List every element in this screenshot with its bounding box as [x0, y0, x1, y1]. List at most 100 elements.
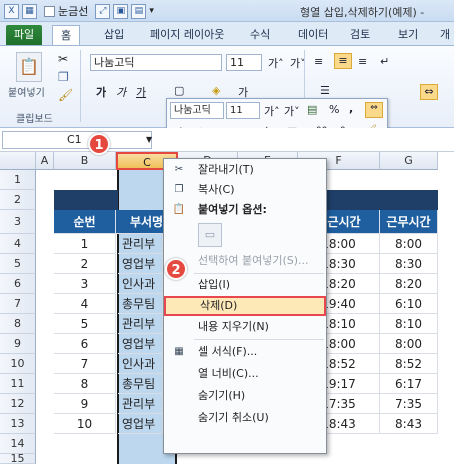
row-header-14[interactable]: 14: [0, 434, 36, 454]
table-cell-dept[interactable]: 영업부: [118, 334, 163, 354]
menu-item-hide[interactable]: 숨기기(H): [164, 386, 326, 406]
mini-shrink-font-icon[interactable]: 가˅: [284, 103, 300, 119]
picture-icon[interactable]: ▣: [113, 3, 129, 19]
tab-data[interactable]: 데이터: [290, 25, 336, 45]
table-cell-work-hours[interactable]: 8:00: [380, 334, 438, 354]
excel-icon[interactable]: X: [4, 3, 19, 19]
row-header-5[interactable]: 5: [0, 254, 36, 274]
zoom-icon[interactable]: ⤢: [95, 3, 111, 19]
scissors-icon[interactable]: ✂: [58, 52, 68, 66]
menu-item-format-cells[interactable]: 셀 서식(F)...: [164, 342, 326, 362]
menu-item-column-width[interactable]: 열 너비(C)...: [164, 364, 326, 384]
bold-icon[interactable]: 가: [96, 84, 106, 100]
mini-comma-icon[interactable]: ,: [349, 102, 353, 115]
gridlines-checkbox[interactable]: [44, 5, 55, 17]
column-header-g[interactable]: G: [380, 152, 438, 170]
row-header-15[interactable]: 15: [0, 453, 36, 464]
menu-item-clear-contents[interactable]: 내용 지우기(N): [164, 317, 326, 337]
mini-currency-icon[interactable]: ▤: [307, 103, 317, 116]
table-cell-no[interactable]: 9: [54, 394, 116, 414]
tab-home[interactable]: 홈: [52, 25, 81, 45]
table-cell-work-hours[interactable]: 8:52: [380, 354, 438, 374]
copy-icon[interactable]: ❐: [58, 70, 69, 84]
mini-merge-icon[interactable]: ⇔: [365, 102, 383, 118]
row-header-3[interactable]: 3: [0, 210, 36, 234]
table-cell-work-hours[interactable]: 6:10: [380, 294, 438, 314]
grow-font-icon[interactable]: 가˄: [268, 55, 284, 71]
name-box-dropdown-icon[interactable]: ▼: [146, 135, 152, 144]
table-cell-dept[interactable]: 관리부: [118, 314, 163, 334]
mini-font-name-box[interactable]: 나눔고딕: [170, 102, 224, 119]
tab-review[interactable]: 검토: [342, 25, 378, 45]
row-header-4[interactable]: 4: [0, 234, 36, 254]
wrap-text-icon[interactable]: ↵: [380, 55, 389, 68]
tab-insert[interactable]: 삽입: [96, 25, 132, 45]
underline-icon[interactable]: 가: [136, 84, 146, 100]
row-header-8[interactable]: 8: [0, 314, 36, 334]
table-cell-no[interactable]: 7: [54, 354, 116, 374]
row-header-11[interactable]: 11: [0, 374, 36, 394]
column-header-b[interactable]: B: [54, 152, 116, 170]
paste-label[interactable]: 붙여넣기: [8, 84, 45, 99]
table-cell-work-hours[interactable]: 8:20: [380, 274, 438, 294]
table-cell-no[interactable]: 6: [54, 334, 116, 354]
row-header-2[interactable]: 2: [0, 190, 36, 210]
table-cell-dept[interactable]: 총무팀: [118, 374, 163, 394]
row-header-13[interactable]: 13: [0, 414, 36, 434]
mini-font-size-box[interactable]: 11: [226, 102, 260, 119]
table-cell-no[interactable]: 2: [54, 254, 116, 274]
row-header-12[interactable]: 12: [0, 394, 36, 414]
align-top-icon[interactable]: ≡: [314, 55, 323, 68]
table-cell-work-hours[interactable]: 6:17: [380, 374, 438, 394]
dropdown-icon[interactable]: ▾: [149, 6, 154, 16]
grid-icon[interactable]: ▦: [22, 3, 37, 19]
fill-color-icon[interactable]: ◈: [212, 84, 220, 97]
row-header-9[interactable]: 9: [0, 334, 36, 354]
menu-item-unhide[interactable]: 숨기기 취소(U): [164, 408, 326, 428]
menu-item-copy[interactable]: 복사(C): [164, 180, 326, 200]
name-box[interactable]: C1: [2, 131, 152, 149]
menu-item-delete[interactable]: 삭제(D): [164, 296, 326, 316]
row-header-6[interactable]: 6: [0, 274, 36, 294]
table-icon[interactable]: ▤: [131, 3, 147, 19]
paste-icon[interactable]: 📋: [16, 52, 42, 82]
table-cell-no[interactable]: 10: [54, 414, 116, 434]
tab-view[interactable]: 보기: [390, 25, 426, 45]
font-name-box[interactable]: 나눔고딕: [90, 54, 222, 71]
table-cell-dept[interactable]: 영업부: [118, 414, 163, 434]
align-bottom-icon[interactable]: ≡: [358, 55, 367, 68]
align-middle-icon[interactable]: ≡: [334, 53, 352, 69]
italic-icon[interactable]: 가: [116, 84, 126, 100]
menu-item-insert[interactable]: 삽입(I): [164, 275, 326, 295]
table-cell-work-hours[interactable]: 8:00: [380, 234, 438, 254]
font-size-box[interactable]: 11: [226, 54, 262, 71]
row-header-7[interactable]: 7: [0, 294, 36, 314]
mini-percent-icon[interactable]: %: [329, 103, 339, 116]
row-header-10[interactable]: 10: [0, 354, 36, 374]
row-header-1[interactable]: 1: [0, 170, 36, 190]
table-cell-work-hours[interactable]: 8:43: [380, 414, 438, 434]
table-cell-dept[interactable]: 총무팀: [118, 294, 163, 314]
table-cell-dept[interactable]: 인사과: [118, 274, 163, 294]
table-cell-no[interactable]: 1: [54, 234, 116, 254]
border-icon[interactable]: ▢: [174, 84, 184, 97]
select-all-corner[interactable]: [0, 152, 36, 170]
tab-page-layout[interactable]: 페이지 레이아웃: [142, 25, 232, 45]
align-left-icon[interactable]: ☰: [320, 84, 330, 97]
tab-developer[interactable]: 개발: [432, 25, 454, 61]
menu-item-cut[interactable]: 잘라내기(T): [164, 160, 326, 180]
table-cell-no[interactable]: 8: [54, 374, 116, 394]
table-cell-dept[interactable]: 영업부: [118, 254, 163, 274]
table-cell-work-hours[interactable]: 7:35: [380, 394, 438, 414]
table-cell-dept[interactable]: 관리부: [118, 234, 163, 254]
tab-file[interactable]: 파일: [6, 25, 42, 45]
table-cell-dept[interactable]: 인사과: [118, 354, 163, 374]
table-cell-no[interactable]: 3: [54, 274, 116, 294]
format-painter-icon[interactable]: 🖌: [58, 88, 73, 102]
tab-formulas[interactable]: 수식: [242, 25, 278, 45]
merge-center-icon[interactable]: ⇔: [420, 84, 438, 100]
table-cell-no[interactable]: 5: [54, 314, 116, 334]
paste-option-icon[interactable]: ▭: [198, 223, 222, 247]
table-cell-work-hours[interactable]: 8:30: [380, 254, 438, 274]
table-cell-no[interactable]: 4: [54, 294, 116, 314]
